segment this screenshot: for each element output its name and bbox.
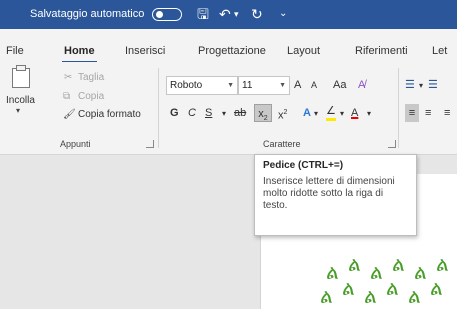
subscript-button[interactable]: x2: [254, 104, 272, 122]
font-color-button[interactable]: A: [351, 104, 358, 122]
ribbon-tabs: File Home Inserisci Progettazione Layout…: [0, 29, 457, 64]
ribbon-home: Incolla ▾ ✂ Taglia ⧉ Copia 🖌 Copia forma…: [0, 62, 457, 155]
tooltip-description: Inserisce lettere di dimensioni molto ri…: [263, 176, 395, 211]
paste-icon-clip: [16, 65, 26, 71]
toggle-knob: [156, 11, 163, 18]
font-size-combo[interactable]: 11 ▼: [238, 76, 290, 95]
format-painter-icon: 🖌: [63, 109, 76, 120]
bullets-dropdown-icon[interactable]: ▾: [419, 77, 423, 95]
paste-icon[interactable]: [12, 65, 30, 88]
pattern-glyph: ል: [408, 284, 421, 308]
cut-icon: ✂: [64, 72, 73, 83]
tab-home[interactable]: Home: [62, 45, 97, 64]
font-color-dropdown-icon[interactable]: ▾: [367, 105, 371, 123]
decorative-pattern: ል ል ል ል ል ል ል ል ል ል ል ል: [320, 258, 457, 309]
pattern-glyph: ል: [342, 276, 355, 300]
tab-mailings[interactable]: Let: [432, 45, 447, 57]
font-group-label: Carattere: [263, 139, 301, 149]
pattern-glyph: ል: [386, 276, 399, 300]
undo-icon[interactable]: ↶: [219, 5, 231, 23]
align-left-icon[interactable]: ≡: [405, 104, 419, 122]
tab-design[interactable]: Progettazione: [198, 45, 266, 57]
highlight-dropdown-icon[interactable]: ▾: [340, 105, 344, 123]
text-effects-dropdown-icon[interactable]: ▾: [314, 105, 318, 123]
cut-button[interactable]: Taglia: [78, 72, 104, 83]
format-painter-button[interactable]: Copia formato: [78, 109, 141, 120]
title-bar: Salvataggio automatico 🖫 ↶ ▾ ↻ ⌄: [0, 0, 457, 29]
chevron-down-icon: ▼: [227, 82, 234, 89]
subscript-tooltip: Pedice (CTRL+=) Inserisce lettere di dim…: [254, 154, 417, 236]
pattern-glyph: ል: [436, 258, 449, 276]
superscript-button[interactable]: x2: [278, 104, 287, 125]
chevron-down-icon: ▼: [279, 82, 286, 89]
group-separator: [398, 68, 399, 148]
copy-button[interactable]: Copia: [78, 91, 104, 102]
pattern-glyph: ል: [430, 276, 443, 300]
font-name-combo[interactable]: Roboto ▼: [166, 76, 238, 95]
align-right-icon[interactable]: ≡: [444, 104, 450, 122]
font-name-value: Roboto: [170, 80, 203, 91]
copy-icon: ⧉: [63, 91, 71, 102]
paste-button[interactable]: Incolla: [6, 95, 35, 106]
change-case-button[interactable]: Aa: [333, 76, 346, 94]
clipboard-launcher-icon[interactable]: [146, 140, 154, 148]
clipboard-group-label: Appunti: [60, 139, 91, 149]
font-launcher-icon[interactable]: [388, 140, 396, 148]
pattern-glyph: ል: [392, 258, 405, 276]
numbering-icon[interactable]: ☰: [428, 76, 438, 94]
underline-button[interactable]: S: [205, 104, 212, 122]
bold-button[interactable]: G: [170, 104, 179, 122]
pattern-glyph: ል: [320, 284, 333, 308]
font-size-value: 11: [242, 80, 253, 91]
grow-font-button[interactable]: A: [294, 76, 301, 94]
align-center-icon[interactable]: ≡: [425, 104, 431, 122]
tab-file[interactable]: File: [6, 45, 24, 57]
paste-dropdown-icon[interactable]: ▾: [16, 106, 20, 115]
pattern-glyph: ል: [364, 284, 377, 308]
tab-insert[interactable]: Inserisci: [125, 45, 165, 57]
clear-formatting-icon[interactable]: A̸: [358, 76, 365, 94]
pattern-glyph: ል: [348, 258, 361, 276]
tab-layout[interactable]: Layout: [287, 45, 320, 57]
shrink-font-button[interactable]: A: [311, 76, 317, 94]
autosave-label: Salvataggio automatico: [30, 8, 145, 20]
tab-references[interactable]: Riferimenti: [355, 45, 408, 57]
save-icon[interactable]: 🖫: [197, 5, 209, 23]
pattern-glyph: ል: [414, 260, 427, 284]
undo-dropdown-icon[interactable]: ▾: [234, 5, 239, 23]
italic-button[interactable]: C: [188, 104, 196, 122]
group-separator: [158, 68, 159, 148]
highlight-button[interactable]: ∠: [326, 104, 336, 121]
strikethrough-button[interactable]: ab: [234, 104, 246, 122]
pattern-glyph: ል: [326, 260, 339, 284]
autosave-toggle[interactable]: [152, 8, 182, 21]
text-effects-button[interactable]: A: [303, 104, 311, 122]
underline-dropdown-icon[interactable]: ▾: [222, 105, 226, 123]
redo-icon[interactable]: ↻: [251, 5, 263, 23]
pattern-glyph: ል: [370, 260, 383, 284]
tooltip-title: Pedice (CTRL+=): [263, 160, 344, 171]
bullets-icon[interactable]: ☰: [405, 76, 415, 94]
customize-toolbar-icon[interactable]: ⌄: [279, 5, 287, 23]
